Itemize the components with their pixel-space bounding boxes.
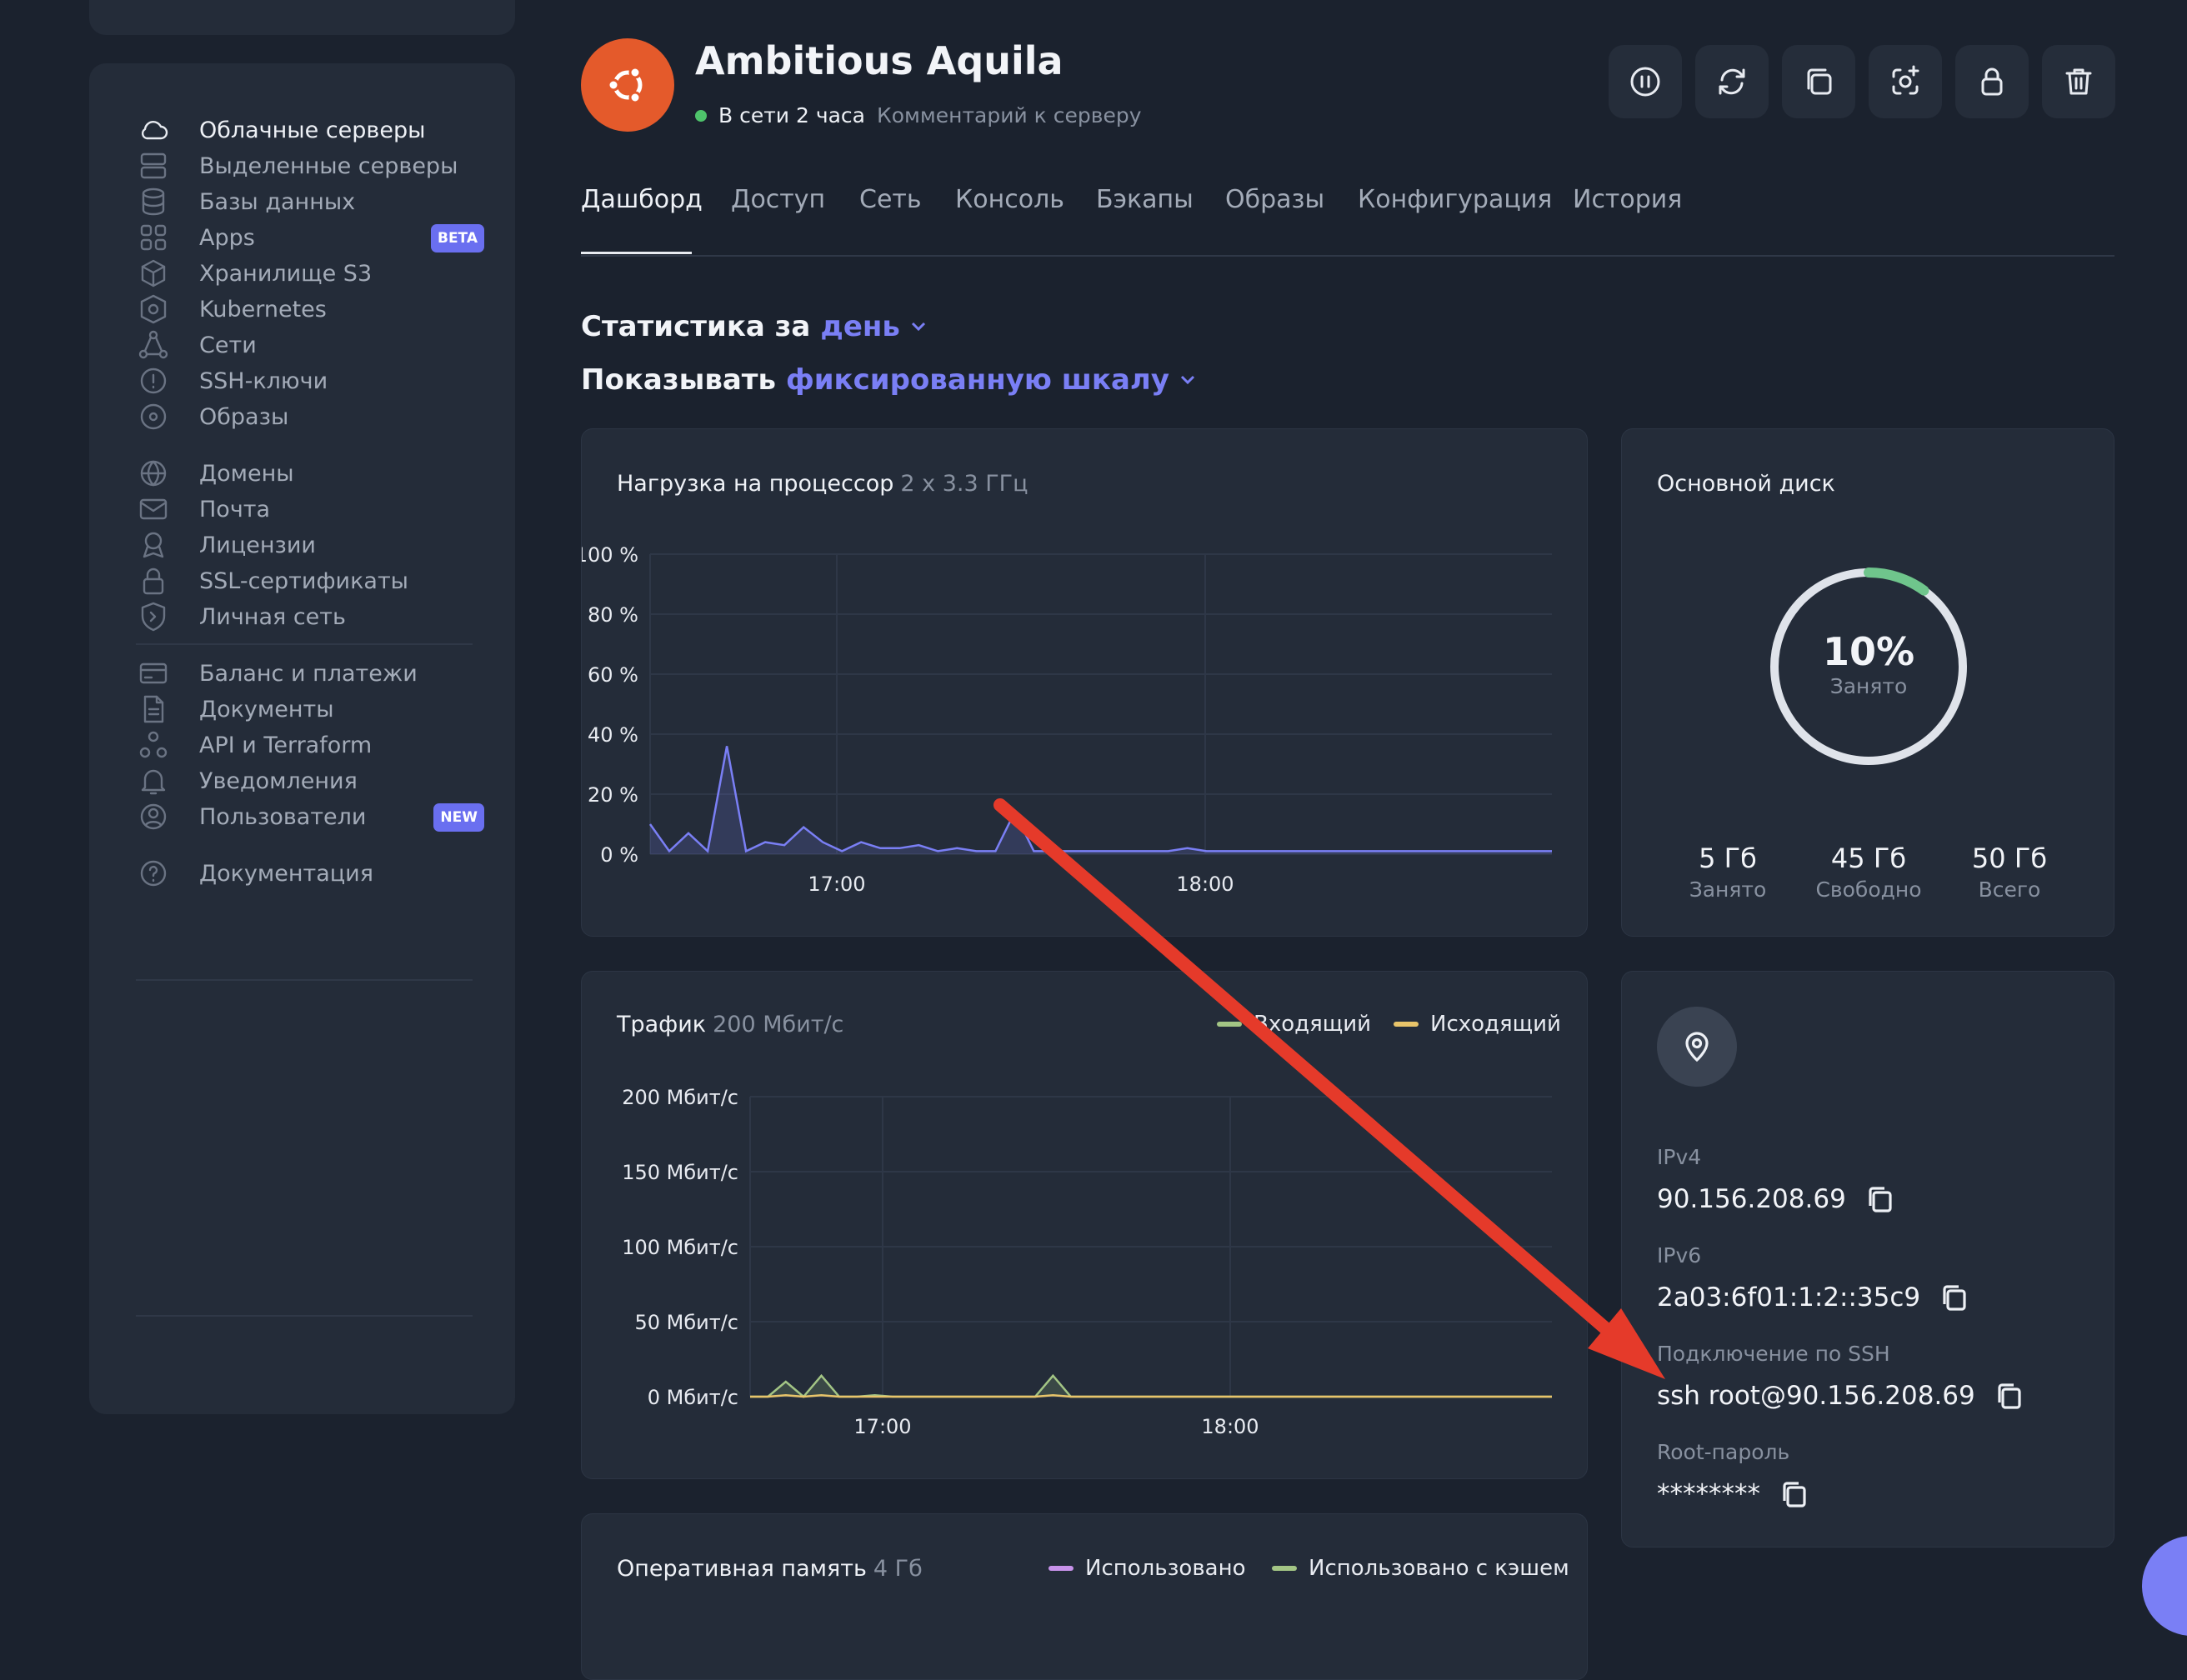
annotation-arrow: [993, 798, 1665, 1379]
arrow-shaft: [993, 798, 1629, 1350]
